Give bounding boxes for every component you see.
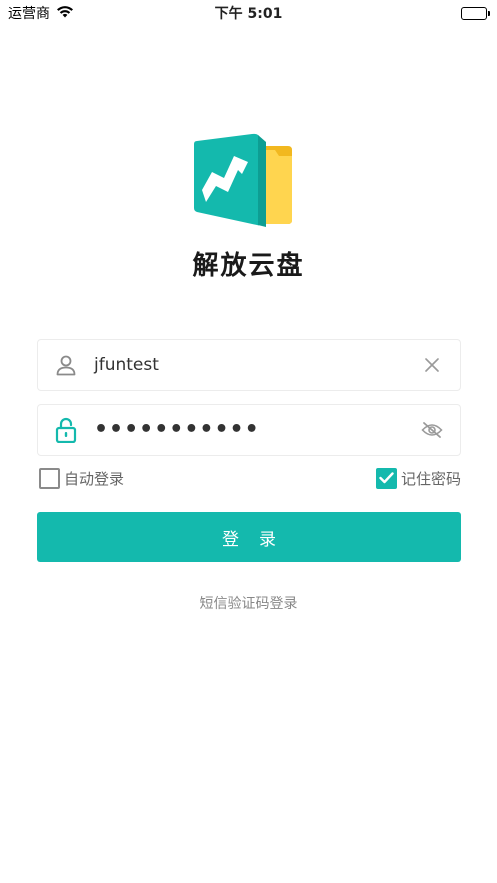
sms-login-link[interactable]: 短信验证码登录 — [0, 593, 497, 613]
wifi-icon — [56, 5, 74, 22]
auto-login-label: 自动登录 — [64, 469, 125, 488]
remember-password-option[interactable]: 记住密码 — [375, 467, 461, 489]
app-logo-icon — [192, 132, 304, 227]
status-bar: 运营商 — [0, 0, 497, 26]
login-options: 自动登录 记住密码 — [39, 466, 461, 490]
remember-password-label: 记住密码 — [400, 469, 461, 488]
eye-off-icon[interactable] — [404, 404, 460, 456]
battery-icon — [461, 6, 490, 20]
login-screen: 运营商 下午 5:01 解放云盘 jfuntest ••••••••••• 自动… — [0, 0, 497, 883]
unlocked-padlock-icon — [38, 404, 94, 456]
carrier-label: 运营商 — [8, 6, 50, 22]
login-button[interactable]: 登录 — [37, 512, 461, 562]
auto-login-checkbox[interactable] — [39, 467, 60, 489]
user-icon — [38, 339, 94, 391]
checkmark-icon — [379, 472, 394, 484]
password-field[interactable]: ••••••••••• — [37, 404, 461, 456]
status-left: 运营商 — [8, 3, 74, 23]
password-input[interactable]: ••••••••••• — [94, 419, 404, 441]
auto-login-option[interactable]: 自动登录 — [39, 467, 125, 489]
remember-password-checkbox[interactable] — [375, 467, 397, 489]
clear-icon[interactable] — [404, 339, 460, 391]
username-input[interactable]: jfuntest — [94, 355, 404, 375]
username-field[interactable]: jfuntest — [37, 339, 461, 391]
app-name: 解放云盘 — [192, 251, 305, 281]
